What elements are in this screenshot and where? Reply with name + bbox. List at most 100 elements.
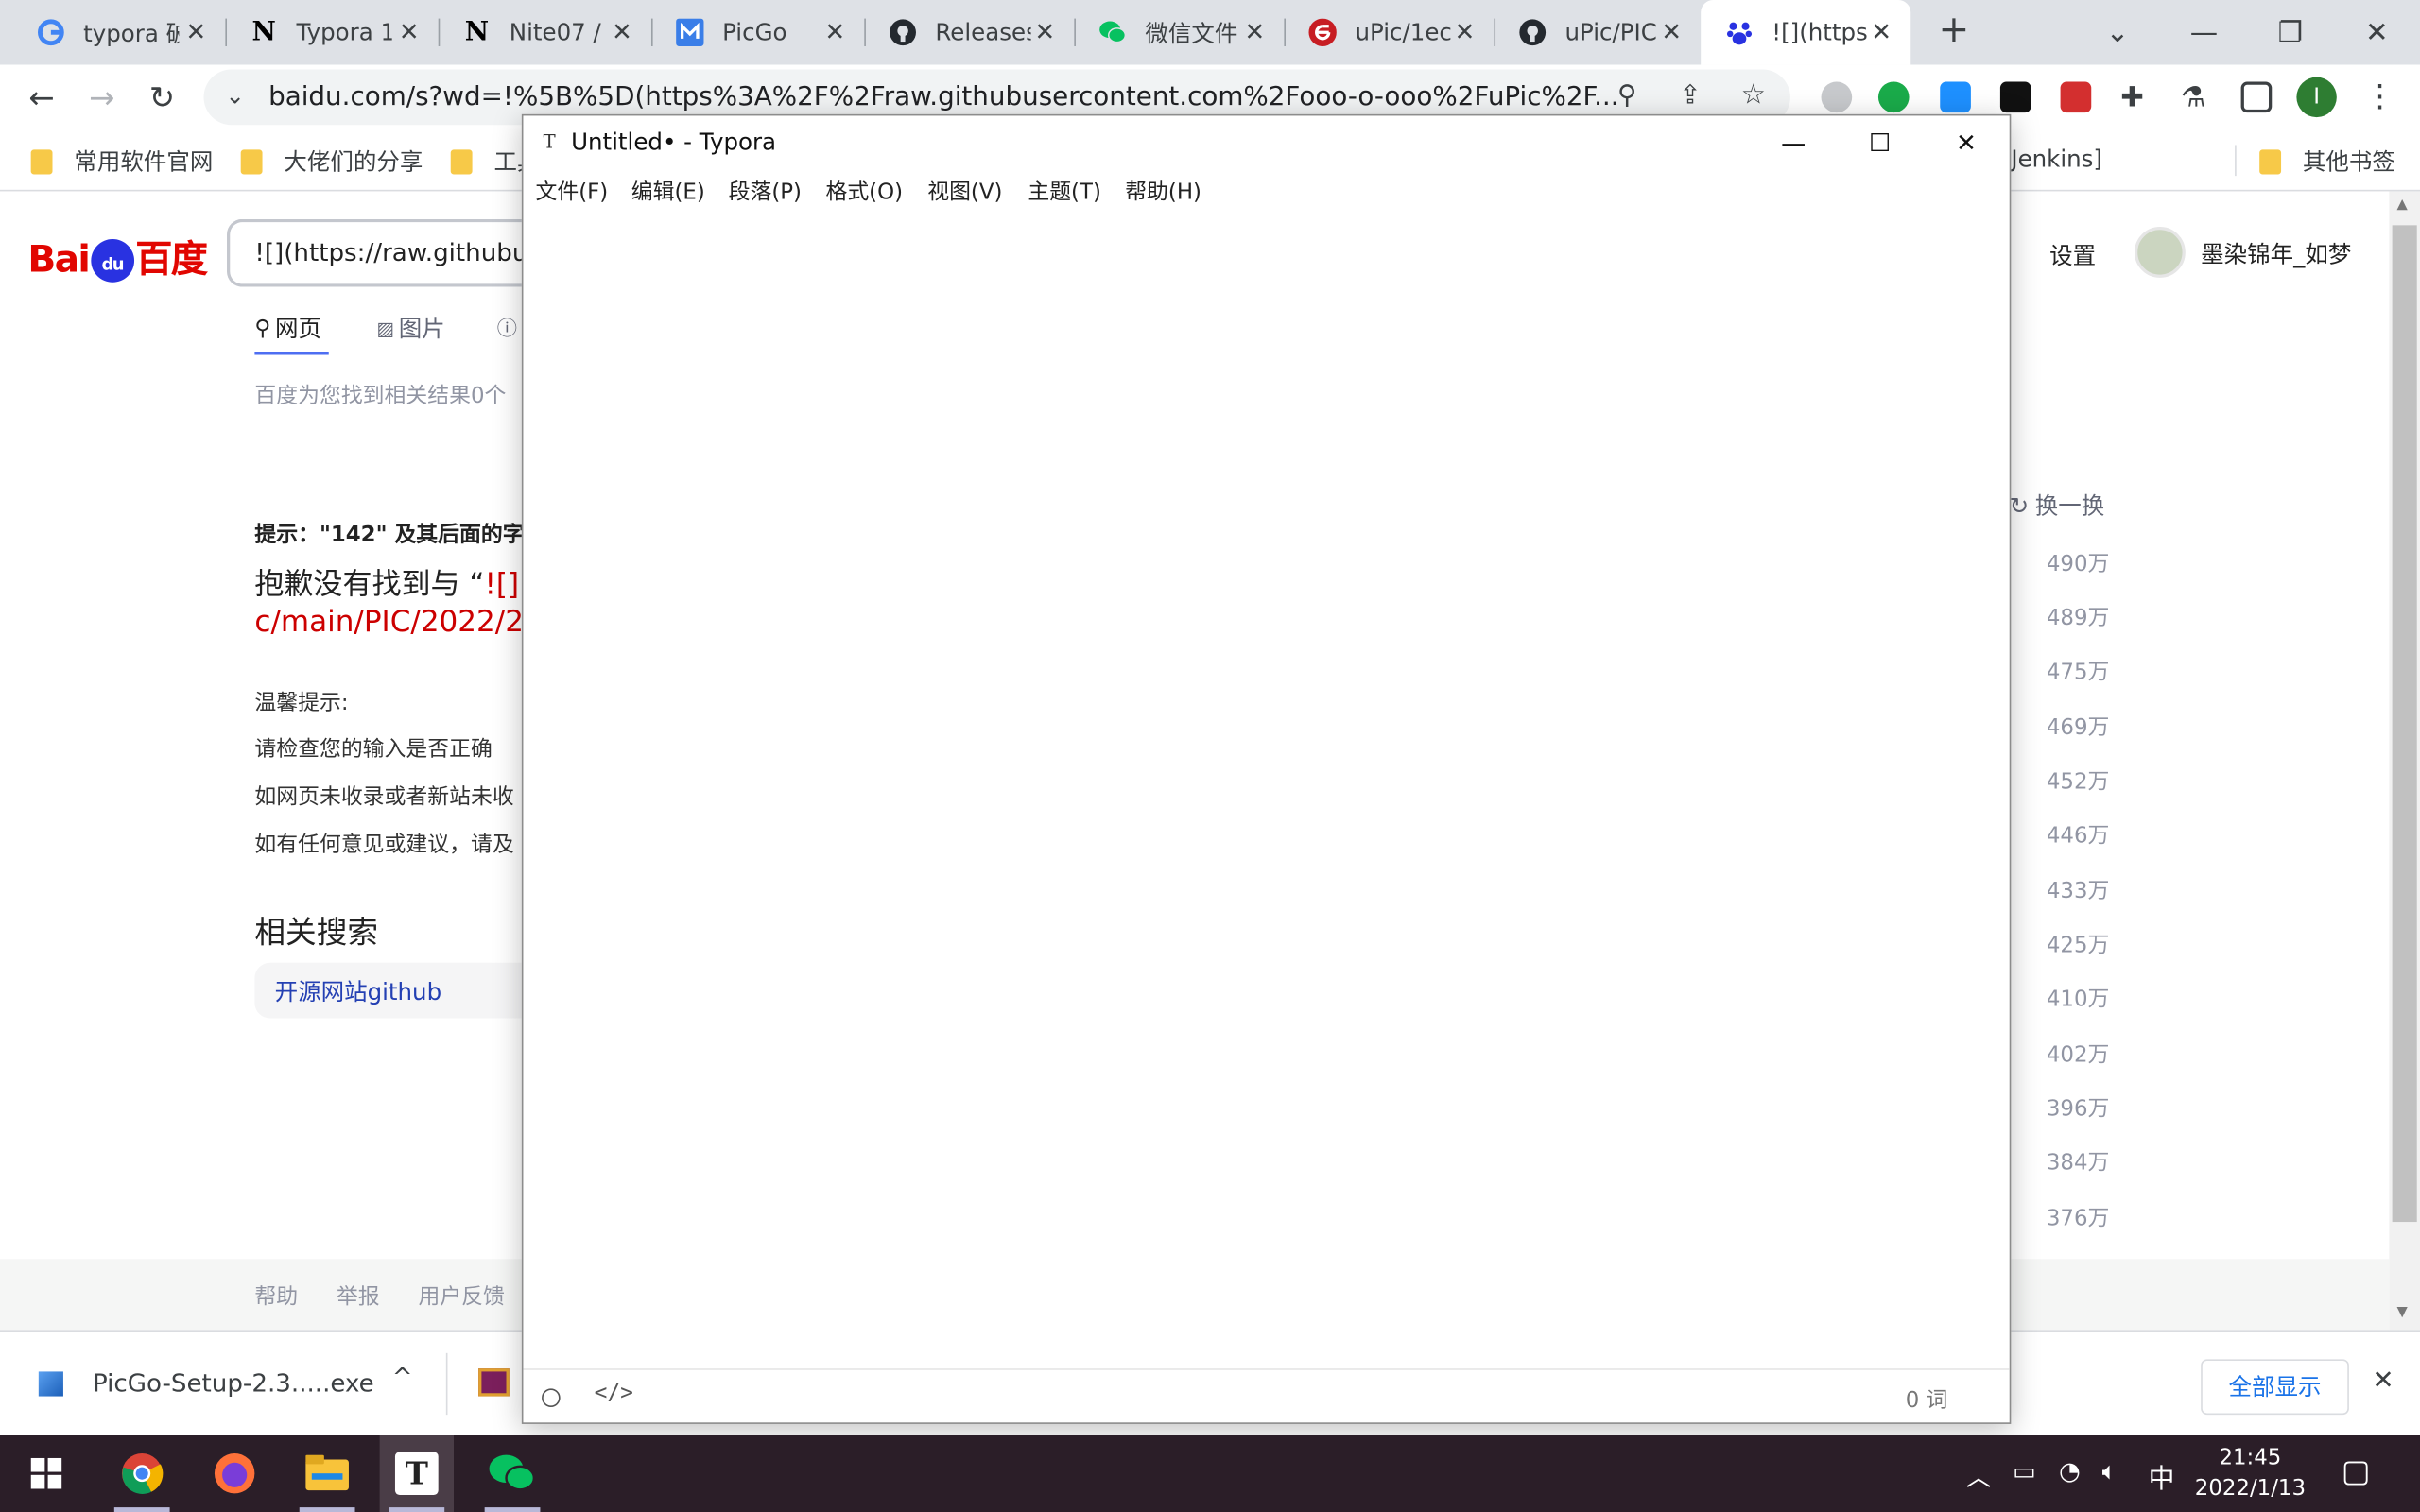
footer-feedback-link[interactable]: 用户反馈 <box>418 1280 504 1312</box>
word-count[interactable]: 0 词 <box>1906 1383 1948 1415</box>
baidu-logo[interactable]: Bai du 百度 <box>27 229 208 283</box>
new-tab-button[interactable]: + <box>1935 10 1972 49</box>
volume-icon[interactable]: 🔈︎ <box>2102 1456 2118 1487</box>
typora-title-bar[interactable]: T Untitled• - Typora — ☐ ✕ <box>523 115 2009 168</box>
browser-tab[interactable]: Releases ✕ <box>864 0 1074 65</box>
markdown-editor[interactable] <box>523 212 2009 1368</box>
source-code-toggle-icon[interactable]: </> <box>595 1381 633 1405</box>
menu-edit[interactable]: 编辑(E) <box>631 176 705 207</box>
chrome-dev-icon[interactable] <box>105 1435 179 1512</box>
github-icon <box>1519 19 1547 46</box>
close-tab-icon[interactable]: ✕ <box>1241 18 1269 46</box>
menu-file[interactable]: 文件(F) <box>536 176 609 207</box>
hot-count: 490万 <box>2046 552 2110 577</box>
restore-icon[interactable]: ❐ <box>2247 0 2333 65</box>
typora-minimize-icon[interactable]: — <box>1750 115 1836 168</box>
bookmark-item[interactable]: Jenkins] <box>2011 145 2102 172</box>
scroll-up-icon[interactable]: ▲ <box>2397 198 2408 213</box>
file-explorer-icon[interactable] <box>290 1435 364 1512</box>
close-tab-icon[interactable]: ✕ <box>1657 18 1685 46</box>
close-tab-icon[interactable]: ✕ <box>821 18 849 46</box>
settings-link[interactable]: 设置 <box>2049 239 2096 271</box>
typora-maximize-icon[interactable]: ☐ <box>1837 115 1923 168</box>
menu-format[interactable]: 格式(O) <box>825 176 903 207</box>
download-extension-icon[interactable] <box>1877 81 1910 113</box>
close-download-bar-icon[interactable]: ✕ <box>2372 1366 2394 1397</box>
hot-count: 475万 <box>2046 660 2110 685</box>
related-search-item[interactable]: 开源网站github <box>254 962 563 1019</box>
close-window-icon[interactable]: ✕ <box>2334 0 2420 65</box>
forward-arrow-icon[interactable]: → <box>82 77 122 117</box>
page-scrollbar[interactable]: ▲ ▼ <box>2389 191 2420 1331</box>
tray-overflow-chevron-icon[interactable]: ︿ <box>1966 1456 1991 1493</box>
browser-tab[interactable]: uPic/PIC ✕ <box>1494 0 1701 65</box>
windows-start-icon[interactable] <box>9 1435 83 1512</box>
side-panel-icon[interactable] <box>2240 81 2273 113</box>
close-tab-icon[interactable]: ✕ <box>608 18 635 46</box>
tab-search-chevron-icon[interactable]: ⌄ <box>2074 0 2160 65</box>
tab-images[interactable]: ▨ 图片 <box>376 312 444 344</box>
refresh-hot-button[interactable]: ↻ 换一换 <box>2010 490 2105 522</box>
extension-game-icon[interactable] <box>1999 81 2031 113</box>
menu-help[interactable]: 帮助(H) <box>1125 176 1201 207</box>
menu-paragraph[interactable]: 段落(P) <box>729 176 802 207</box>
archive-file-icon[interactable] <box>478 1368 510 1397</box>
ime-indicator[interactable]: 中 <box>2149 1456 2175 1495</box>
browser-tab-active[interactable]: ![](https ✕ <box>1701 0 1911 65</box>
close-tab-icon[interactable]: ✕ <box>182 18 210 46</box>
notion-icon: N <box>464 16 490 48</box>
menu-theme[interactable]: 主题(T) <box>1028 176 1101 207</box>
notification-center-icon[interactable]: ▢ <box>2342 1452 2371 1488</box>
labs-flask-icon[interactable]: ⚗ <box>2181 82 2212 114</box>
outline-toggle-icon[interactable] <box>542 1388 561 1407</box>
wechat-taskbar-icon[interactable] <box>475 1435 549 1512</box>
other-bookmarks-folder[interactable]: 其他书签 <box>2259 145 2395 177</box>
browser-tab[interactable]: typora 破 ✕ <box>12 0 225 65</box>
close-tab-icon[interactable]: ✕ <box>1031 18 1059 46</box>
profile-avatar[interactable]: I <box>2296 77 2337 118</box>
site-info-chevron-icon[interactable]: ⌄ <box>225 82 245 110</box>
reload-icon[interactable]: ↻ <box>142 77 182 117</box>
bookmark-folder[interactable]: 大佬们的分享 <box>240 145 423 177</box>
extension-app-icon[interactable] <box>1940 81 1971 113</box>
browser-tab[interactable]: uPic/1ec ✕ <box>1284 0 1494 65</box>
browser-tab[interactable]: 微信文件 ✕ <box>1074 0 1284 65</box>
scroll-down-icon[interactable]: ▼ <box>2397 1305 2408 1320</box>
system-clock[interactable]: 21:45 2022/1/13 <box>2191 1443 2308 1504</box>
browser-tab[interactable]: N Nite07 / ✕ <box>439 0 651 65</box>
help-circle-icon[interactable]: ⓘ <box>497 312 517 340</box>
bookmark-folder[interactable]: 常用软件官网 <box>30 145 213 177</box>
battery-icon[interactable]: ▭ <box>2013 1456 2036 1486</box>
typora-close-icon[interactable]: ✕ <box>1923 115 2009 168</box>
menu-view[interactable]: 视图(V) <box>927 176 1002 207</box>
back-arrow-icon[interactable]: ← <box>22 77 61 117</box>
typora-taskbar-icon[interactable]: T <box>379 1435 454 1512</box>
download-options-chevron-icon[interactable]: ^ <box>392 1363 413 1392</box>
extension-video-icon[interactable] <box>2060 81 2092 113</box>
folder-icon <box>2259 148 2282 174</box>
zoom-icon[interactable]: ⚲ <box>1617 80 1636 112</box>
firefox-icon[interactable] <box>198 1435 271 1512</box>
wifi-icon[interactable]: ◔ <box>2059 1456 2081 1486</box>
scrollbar-thumb[interactable] <box>2392 225 2417 1223</box>
tab-web[interactable]: ⚲ 网页 <box>254 312 321 344</box>
share-icon[interactable]: ⇪ <box>1679 80 1701 112</box>
hot-count: 376万 <box>2046 1206 2110 1231</box>
footer-help-link[interactable]: 帮助 <box>254 1280 298 1312</box>
minimize-icon[interactable]: — <box>2161 0 2247 65</box>
show-all-downloads-button[interactable]: 全部显示 <box>2201 1359 2349 1416</box>
user-avatar[interactable] <box>2134 226 2186 278</box>
close-tab-icon[interactable]: ✕ <box>395 18 423 46</box>
browser-tab[interactable]: N Typora 1 ✕ <box>225 0 438 65</box>
browser-menu-icon[interactable]: ⋮ <box>2364 77 2395 114</box>
close-tab-icon[interactable]: ✕ <box>1868 18 1895 46</box>
footer-report-link[interactable]: 举报 <box>337 1280 380 1312</box>
extensions-puzzle-icon[interactable]: ✚ <box>2120 82 2152 114</box>
bookmark-star-icon[interactable]: ☆ <box>1741 78 1766 111</box>
browser-tab[interactable]: PicGo ✕ <box>651 0 864 65</box>
extension-drop-icon[interactable] <box>1821 81 1853 113</box>
window-title: Untitled• - Typora <box>571 128 777 156</box>
download-filename[interactable]: PicGo-Setup-2.3.....exe <box>93 1368 374 1398</box>
close-tab-icon[interactable]: ✕ <box>1451 18 1478 46</box>
username[interactable]: 墨染锦年_如梦 <box>2201 237 2351 269</box>
